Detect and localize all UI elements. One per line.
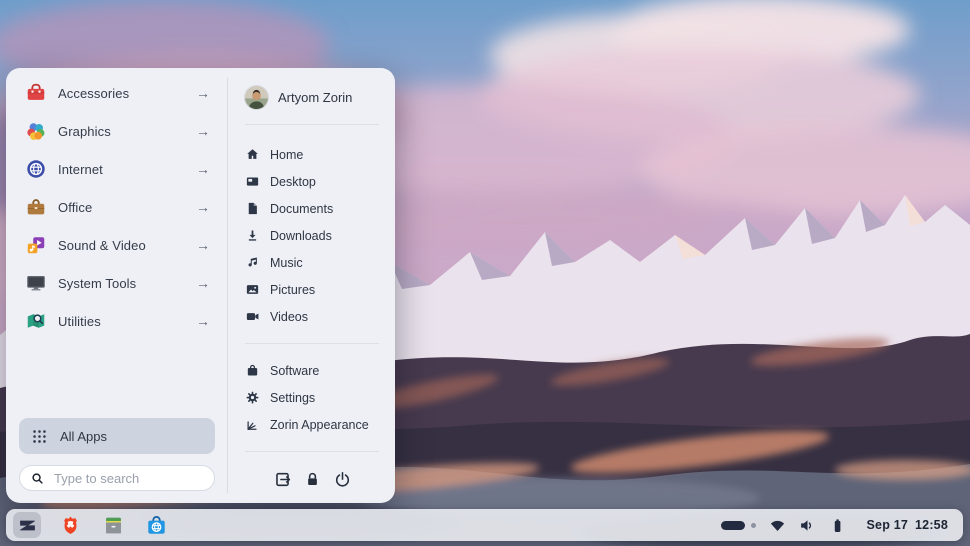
- picture-icon: [245, 282, 260, 297]
- category-label: System Tools: [58, 276, 136, 291]
- taskbar-zorin-menu-button[interactable]: [13, 512, 41, 538]
- document-icon: [245, 201, 260, 216]
- place-label: Desktop: [270, 175, 316, 189]
- menu-item-zorin-appearance[interactable]: Zorin Appearance: [245, 411, 379, 438]
- user-name: Artyom Zorin: [278, 90, 352, 105]
- divider: [245, 124, 379, 125]
- app-menu-panel: Accessories → Graphics → Internet →: [6, 68, 395, 503]
- menu-item-software[interactable]: Software: [245, 357, 379, 384]
- place-label: Videos: [270, 310, 308, 324]
- category-label: Graphics: [58, 124, 111, 139]
- tray-time: 12:58: [915, 518, 948, 532]
- search-input[interactable]: [52, 470, 204, 487]
- taskbar-software-store-button[interactable]: [142, 512, 170, 538]
- zorin-logo-icon: [16, 514, 39, 537]
- spacer: [19, 340, 215, 418]
- taskbar-apps: [6, 512, 170, 538]
- clock[interactable]: Sep 17 12:58: [867, 518, 949, 532]
- monitor-icon: [25, 272, 47, 294]
- user-column: Artyom Zorin Home Desktop Documents: [228, 68, 395, 503]
- category-sound-video[interactable]: Sound & Video →: [19, 226, 215, 264]
- graphics-pinwheel-icon: [25, 120, 47, 142]
- home-icon: [245, 147, 260, 162]
- map-magnifier-icon: [25, 310, 47, 332]
- category-label: Internet: [58, 162, 103, 177]
- video-camera-icon: [245, 309, 260, 324]
- taskbar-files-button[interactable]: [99, 512, 127, 538]
- arrow-right-icon: →: [196, 238, 210, 252]
- category-office[interactable]: Office →: [19, 188, 215, 226]
- arrow-right-icon: →: [196, 86, 210, 100]
- workspace-inactive-dot[interactable]: [751, 523, 756, 528]
- category-label: Utilities: [58, 314, 101, 329]
- workspace-switcher[interactable]: [721, 521, 756, 530]
- workspace-active-pill[interactable]: [721, 521, 745, 530]
- place-downloads[interactable]: Downloads: [245, 222, 379, 249]
- menu-item-settings[interactable]: Settings: [245, 384, 379, 411]
- category-label: Office: [58, 200, 92, 215]
- category-graphics[interactable]: Graphics →: [19, 112, 215, 150]
- search-icon: [30, 471, 45, 486]
- place-label: Documents: [270, 202, 333, 216]
- divider: [245, 343, 379, 344]
- category-label: Sound & Video: [58, 238, 146, 253]
- shopping-bag-icon: [245, 363, 260, 378]
- category-accessories[interactable]: Accessories →: [19, 74, 215, 112]
- place-desktop[interactable]: Desktop: [245, 168, 379, 195]
- arrow-right-icon: →: [196, 314, 210, 328]
- wifi-icon: [769, 517, 786, 534]
- category-internet[interactable]: Internet →: [19, 150, 215, 188]
- software-bag-globe-icon: [145, 514, 168, 537]
- gear-icon: [245, 390, 260, 405]
- arrow-right-icon: →: [196, 124, 210, 138]
- user-menu-item[interactable]: Artyom Zorin: [245, 80, 379, 114]
- place-home[interactable]: Home: [245, 141, 379, 168]
- media-play-note-icon: [25, 234, 47, 256]
- place-label: Pictures: [270, 283, 315, 297]
- briefcase-icon: [25, 196, 47, 218]
- category-system-tools[interactable]: System Tools →: [19, 264, 215, 302]
- grid-icon: [31, 428, 48, 445]
- categories-column: Accessories → Graphics → Internet →: [6, 68, 227, 503]
- brave-shield-icon: [59, 514, 82, 537]
- menu-item-label: Software: [270, 364, 319, 378]
- search-box[interactable]: [19, 465, 215, 491]
- menu-item-label: Settings: [270, 391, 315, 405]
- lock-button[interactable]: [299, 466, 325, 492]
- place-label: Music: [270, 256, 303, 270]
- place-music[interactable]: Music: [245, 249, 379, 276]
- arrow-right-icon: →: [196, 162, 210, 176]
- arrow-right-icon: →: [196, 200, 210, 214]
- desktop-icon: [245, 174, 260, 189]
- taskbar: Sep 17 12:58: [6, 509, 963, 541]
- place-label: Downloads: [270, 229, 332, 243]
- power-button[interactable]: [329, 466, 355, 492]
- battery-icon: [829, 517, 846, 534]
- place-pictures[interactable]: Pictures: [245, 276, 379, 303]
- divider: [245, 451, 379, 452]
- globe-icon: [25, 158, 47, 180]
- arrow-right-icon: →: [196, 276, 210, 290]
- place-videos[interactable]: Videos: [245, 303, 379, 330]
- all-apps-label: All Apps: [60, 429, 107, 444]
- download-icon: [245, 228, 260, 243]
- all-apps-button[interactable]: All Apps: [19, 418, 215, 454]
- taskbar-brave-browser-button[interactable]: [56, 512, 84, 538]
- appearance-fan-icon: [245, 417, 260, 432]
- desktop: Accessories → Graphics → Internet →: [0, 0, 970, 546]
- category-label: Accessories: [58, 86, 129, 101]
- avatar: [245, 86, 268, 109]
- log-out-button[interactable]: [269, 466, 295, 492]
- tray-date: Sep 17: [867, 518, 909, 532]
- menu-item-label: Zorin Appearance: [270, 418, 369, 432]
- toolbox-icon: [25, 82, 47, 104]
- system-tray[interactable]: Sep 17 12:58: [721, 517, 964, 534]
- place-documents[interactable]: Documents: [245, 195, 379, 222]
- session-buttons: [245, 465, 379, 493]
- music-note-icon: [245, 255, 260, 270]
- place-label: Home: [270, 148, 303, 162]
- volume-icon: [799, 517, 816, 534]
- category-utilities[interactable]: Utilities →: [19, 302, 215, 340]
- file-cabinet-icon: [102, 514, 125, 537]
